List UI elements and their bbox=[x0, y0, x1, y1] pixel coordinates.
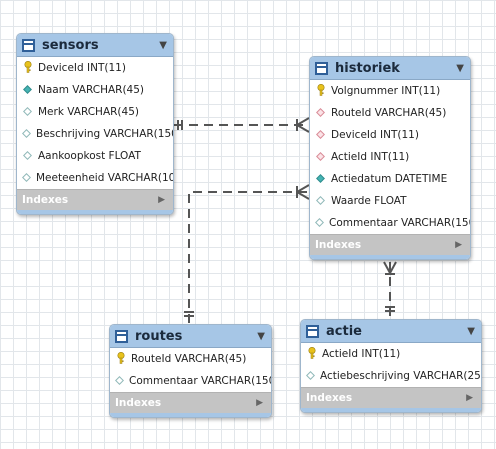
key-icon bbox=[306, 346, 317, 361]
column-label: Volgnummer INT(11) bbox=[331, 85, 441, 97]
hollow-diamond-icon bbox=[22, 172, 31, 184]
indexes-label: Indexes bbox=[306, 392, 353, 404]
chevron-down-icon[interactable]: ▼ bbox=[456, 63, 464, 74]
column-label: Beschrijving VARCHAR(150) bbox=[36, 128, 174, 140]
entity-bottom-bar bbox=[110, 413, 271, 417]
column-row[interactable]: Naam VARCHAR(45) bbox=[17, 79, 173, 101]
column-label: Actiebeschrijving VARCHAR(255) bbox=[320, 370, 482, 382]
hollow-diamond-icon bbox=[22, 106, 33, 118]
chevron-down-icon[interactable]: ▼ bbox=[257, 331, 265, 342]
entity-bottom-bar bbox=[310, 255, 470, 259]
entity-title: actie bbox=[326, 323, 362, 339]
entity-bottom-bar bbox=[301, 408, 481, 412]
rel-many-fork bbox=[296, 117, 310, 126]
column-label: Actiedatum DATETIME bbox=[331, 173, 448, 185]
column-label: Aankoopkost FLOAT bbox=[38, 150, 141, 162]
column-row[interactable]: Commentaar VARCHAR(150) bbox=[110, 370, 271, 392]
column-row[interactable]: DeviceId INT(11) bbox=[17, 57, 173, 79]
entity-title: sensors bbox=[42, 37, 99, 53]
column-row[interactable]: Aankoopkost FLOAT bbox=[17, 145, 173, 167]
rel-many-fork bbox=[296, 124, 310, 133]
column-label: ActieId INT(11) bbox=[322, 348, 401, 360]
table-icon bbox=[306, 324, 319, 338]
column-row[interactable]: Beschrijving VARCHAR(150) bbox=[17, 123, 173, 145]
column-label: RouteId VARCHAR(45) bbox=[131, 353, 247, 365]
column-label: ActieId INT(11) bbox=[331, 151, 410, 163]
entity-title: routes bbox=[135, 328, 183, 344]
entity-routes[interactable]: routes ▼ RouteId VARCHAR(45) Commentaar V… bbox=[109, 324, 272, 418]
triangle-right-icon[interactable]: ▶ bbox=[455, 240, 462, 250]
indexes-section[interactable]: Indexes ▶ bbox=[110, 392, 271, 413]
entity-header[interactable]: sensors ▼ bbox=[17, 34, 173, 57]
column-row[interactable]: Waarde FLOAT bbox=[310, 190, 470, 212]
column-row[interactable]: DeviceId INT(11) bbox=[310, 124, 470, 146]
column-row[interactable]: RouteId VARCHAR(45) bbox=[110, 348, 271, 370]
column-list: Volgnummer INT(11) RouteId VARCHAR(45) Dev… bbox=[310, 80, 470, 234]
hollow-diamond-icon bbox=[115, 375, 124, 387]
column-row[interactable]: ActieId INT(11) bbox=[301, 343, 481, 365]
column-list: RouteId VARCHAR(45) Commentaar VARCHAR(15… bbox=[110, 348, 271, 392]
column-row[interactable]: Merk VARCHAR(45) bbox=[17, 101, 173, 123]
entity-header[interactable]: actie ▼ bbox=[301, 320, 481, 343]
table-icon bbox=[22, 38, 35, 52]
column-row[interactable]: Volgnummer INT(11) bbox=[310, 80, 470, 102]
column-row[interactable]: ActieId INT(11) bbox=[310, 146, 470, 168]
column-label: Naam VARCHAR(45) bbox=[38, 84, 145, 96]
indexes-label: Indexes bbox=[22, 194, 69, 206]
triangle-right-icon[interactable]: ▶ bbox=[158, 195, 165, 205]
hollow-diamond-icon bbox=[315, 217, 324, 229]
entity-title: historiek bbox=[335, 60, 400, 76]
entity-historiek[interactable]: historiek ▼ Volgnummer INT(11) RouteId VA… bbox=[309, 56, 471, 260]
key-icon bbox=[315, 83, 326, 98]
indexes-section[interactable]: Indexes ▶ bbox=[310, 234, 470, 255]
key-icon bbox=[22, 60, 33, 75]
filled-diamond-icon bbox=[315, 173, 326, 185]
filled-diamond-icon bbox=[22, 84, 33, 96]
table-icon bbox=[315, 61, 328, 75]
hollow-diamond-icon bbox=[306, 370, 315, 382]
column-row[interactable]: Commentaar VARCHAR(150) bbox=[310, 212, 470, 234]
column-label: Commentaar VARCHAR(150) bbox=[129, 375, 272, 387]
column-row[interactable]: Actiebeschrijving VARCHAR(255) bbox=[301, 365, 481, 387]
entity-bottom-bar bbox=[17, 210, 173, 214]
hollow-diamond-icon bbox=[22, 150, 33, 162]
column-label: RouteId VARCHAR(45) bbox=[331, 107, 447, 119]
rel-many-fork bbox=[296, 184, 310, 193]
column-list: ActieId INT(11) Actiebeschrijving VARCHAR… bbox=[301, 343, 481, 387]
chevron-down-icon[interactable]: ▼ bbox=[467, 326, 475, 337]
column-label: DeviceId INT(11) bbox=[38, 62, 126, 74]
column-label: Commentaar VARCHAR(150) bbox=[329, 217, 471, 229]
indexes-label: Indexes bbox=[315, 239, 362, 251]
fk-diamond-icon bbox=[315, 129, 326, 141]
column-label: Merk VARCHAR(45) bbox=[38, 106, 139, 118]
hollow-diamond-icon bbox=[22, 128, 31, 140]
indexes-section[interactable]: Indexes ▶ bbox=[301, 387, 481, 408]
key-icon bbox=[115, 351, 126, 366]
hollow-diamond-icon bbox=[315, 195, 326, 207]
column-row[interactable]: Actiedatum DATETIME bbox=[310, 168, 470, 190]
fk-diamond-icon bbox=[315, 107, 326, 119]
column-row[interactable]: RouteId VARCHAR(45) bbox=[310, 102, 470, 124]
entity-header[interactable]: routes ▼ bbox=[110, 325, 271, 348]
rel-many-fork bbox=[296, 191, 310, 200]
chevron-down-icon[interactable]: ▼ bbox=[159, 40, 167, 51]
triangle-right-icon[interactable]: ▶ bbox=[466, 393, 473, 403]
column-label: Waarde FLOAT bbox=[331, 195, 407, 207]
triangle-right-icon[interactable]: ▶ bbox=[256, 398, 263, 408]
entity-header[interactable]: historiek ▼ bbox=[310, 57, 470, 80]
fk-diamond-icon bbox=[315, 151, 326, 163]
indexes-section[interactable]: Indexes ▶ bbox=[17, 189, 173, 210]
column-row[interactable]: Meeteenheid VARCHAR(10) bbox=[17, 167, 173, 189]
column-label: DeviceId INT(11) bbox=[331, 129, 419, 141]
entity-sensors[interactable]: sensors ▼ DeviceId INT(11) Naam VARCHAR(4… bbox=[16, 33, 174, 215]
column-list: DeviceId INT(11) Naam VARCHAR(45) Merk VAR… bbox=[17, 57, 173, 189]
table-icon bbox=[115, 329, 128, 343]
column-label: Meeteenheid VARCHAR(10) bbox=[36, 172, 174, 184]
entity-actie[interactable]: actie ▼ ActieId INT(11) Actiebeschrijving… bbox=[300, 319, 482, 413]
rel-routes-historiek bbox=[188, 191, 309, 323]
indexes-label: Indexes bbox=[115, 397, 162, 409]
